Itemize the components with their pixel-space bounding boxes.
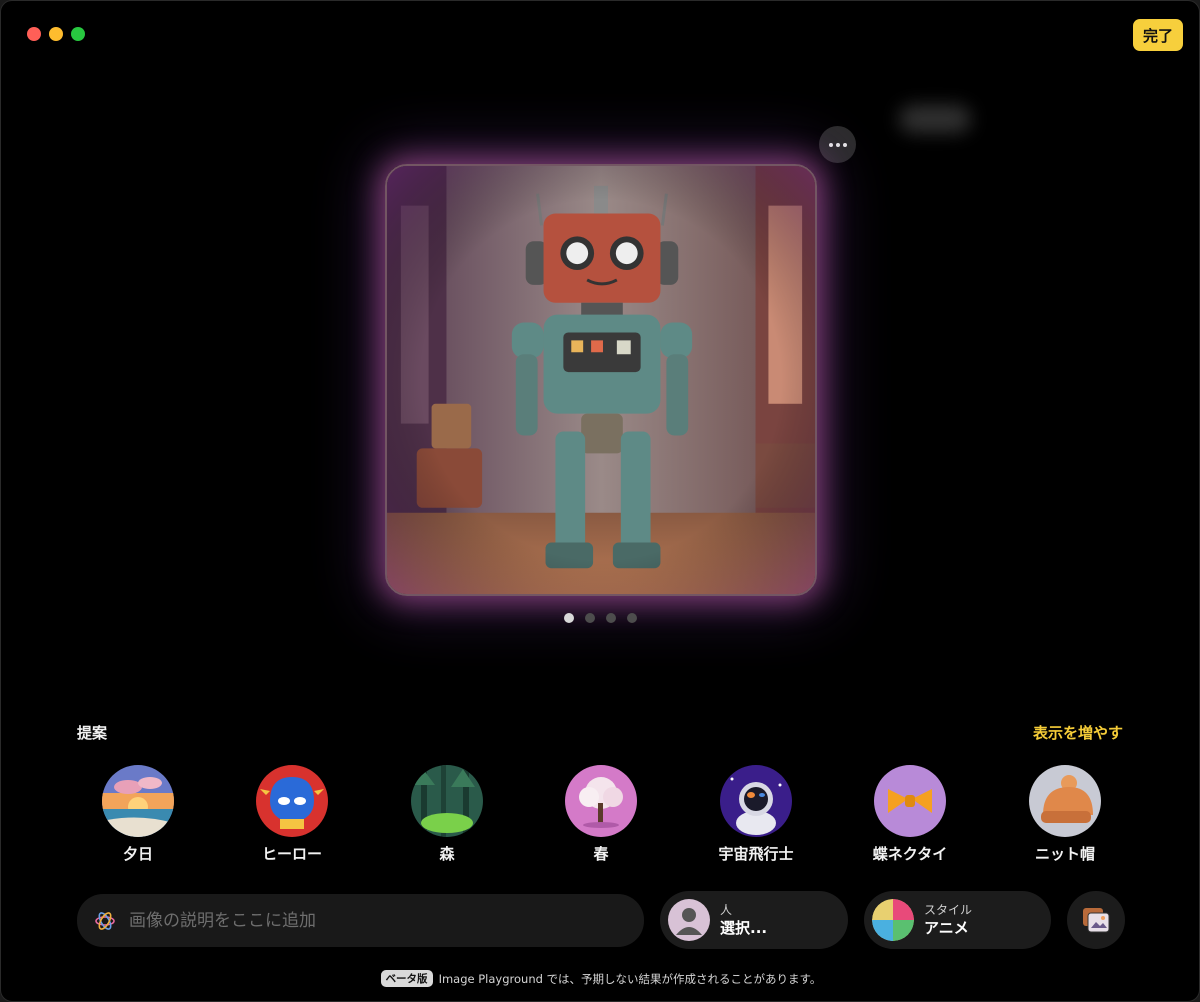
suggestion-spring[interactable]: 春 xyxy=(541,765,661,864)
suggestion-forest[interactable]: 森 xyxy=(387,765,507,864)
disclaimer-text: Image Playground では、予期しない結果が作成されることがあります… xyxy=(438,971,822,986)
style-ball-icon xyxy=(872,899,914,941)
suggestion-label: 夕日 xyxy=(122,845,153,863)
footer-disclaimer: ベータ版 Image Playground では、予期しない結果が作成されること… xyxy=(1,970,1199,987)
suggestion-bow-tie[interactable]: 蝶ネクタイ xyxy=(850,765,970,864)
beta-badge: ベータ版 xyxy=(380,970,433,987)
astronaut-thumbnail xyxy=(720,765,792,837)
knit-hat-thumbnail xyxy=(1029,765,1101,837)
suggestion-label: 春 xyxy=(593,845,609,863)
minimize-window-button[interactable] xyxy=(49,27,63,41)
page-dot[interactable] xyxy=(585,613,595,623)
forest-thumbnail xyxy=(411,765,483,837)
done-button[interactable]: 完了 xyxy=(1133,19,1183,51)
suggestion-label: 蝶ネクタイ xyxy=(872,845,948,863)
close-window-button[interactable] xyxy=(27,27,41,41)
image-playground-window: 完了 提案 表示を増やす 夕日 ヒーロー 森 春 宇宙飛行士 蝶ネクタイ ニット… xyxy=(0,0,1200,1002)
suggestions-title: 提案 xyxy=(77,724,108,742)
gallery-button[interactable] xyxy=(1067,891,1125,949)
prompt-field[interactable] xyxy=(77,894,644,947)
photo-gallery-icon xyxy=(1083,908,1110,933)
suggestion-label: 森 xyxy=(439,845,455,863)
person-picker-value: 選択... xyxy=(720,918,768,937)
suggestions-row: 夕日 ヒーロー 森 春 宇宙飛行士 蝶ネクタイ ニット帽 xyxy=(1,765,1199,875)
ellipsis-icon xyxy=(828,142,833,147)
blurred-badge xyxy=(899,105,971,133)
show-more-link[interactable]: 表示を増やす xyxy=(1033,722,1123,743)
prompt-input[interactable] xyxy=(129,910,609,931)
person-icon xyxy=(668,899,710,941)
style-picker-label: スタイル xyxy=(924,902,973,917)
sunset-thumbnail xyxy=(102,765,174,837)
page-dot[interactable] xyxy=(627,613,637,623)
image-playground-icon xyxy=(95,911,115,930)
window-controls xyxy=(27,27,85,41)
suggestion-label: 宇宙飛行士 xyxy=(718,845,794,863)
style-picker-button[interactable]: スタイル アニメ xyxy=(864,891,1051,949)
page-dot[interactable] xyxy=(606,613,616,623)
suggestion-knit-hat[interactable]: ニット帽 xyxy=(1005,765,1125,864)
suggestion-astronaut[interactable]: 宇宙飛行士 xyxy=(696,765,816,864)
style-picker-value: アニメ xyxy=(924,918,969,937)
suggestion-label: ヒーロー xyxy=(261,845,322,863)
robot-image xyxy=(387,166,815,594)
person-picker-label: 人 xyxy=(720,902,733,917)
zoom-window-button[interactable] xyxy=(71,27,85,41)
page-dot[interactable] xyxy=(564,613,574,623)
suggestion-sunset[interactable]: 夕日 xyxy=(78,765,198,864)
person-picker-button[interactable]: 人 選択... xyxy=(660,891,848,949)
image-pager xyxy=(564,613,637,623)
hero-mask-thumbnail xyxy=(256,765,328,837)
suggestion-hero[interactable]: ヒーロー xyxy=(232,765,352,864)
spring-tree-thumbnail xyxy=(565,765,637,837)
generated-image[interactable] xyxy=(385,164,817,596)
more-options-button[interactable] xyxy=(819,126,856,163)
suggestion-label: ニット帽 xyxy=(1034,845,1095,863)
bow-tie-thumbnail xyxy=(874,765,946,837)
